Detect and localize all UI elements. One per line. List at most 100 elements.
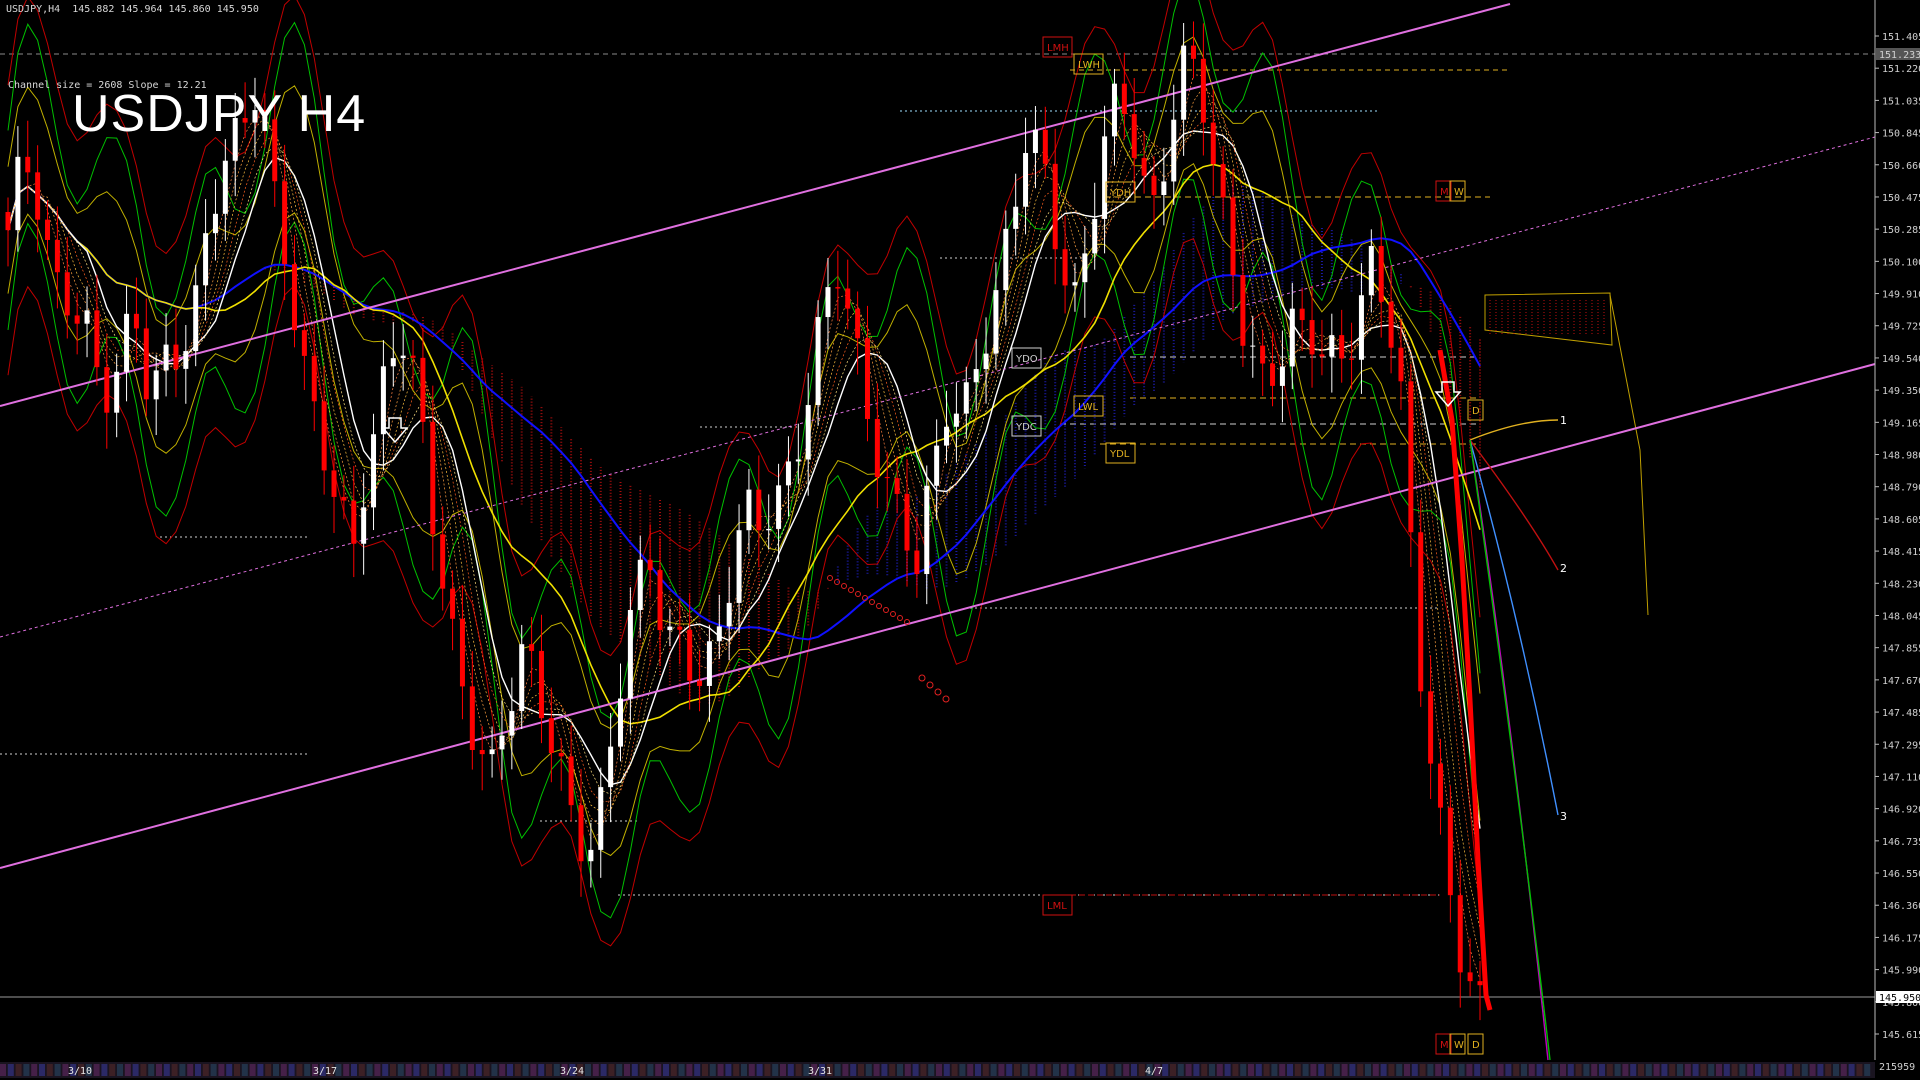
level-label-w: W: [1454, 1040, 1464, 1051]
date-strip-cell: [124, 1064, 131, 1076]
date-strip-cell: [1575, 1064, 1582, 1076]
date-strip-cell: [1482, 1064, 1488, 1076]
candle-body: [143, 328, 149, 400]
candles: [5, 21, 1493, 1021]
date-strip-cell: [670, 1064, 677, 1076]
price-tick-label: 149.910: [1882, 290, 1920, 301]
date-strip-cell: [374, 1064, 381, 1076]
candle-body: [1240, 275, 1246, 346]
date-strip-cell: [1762, 1064, 1769, 1076]
date-strip-cell: [1053, 1064, 1059, 1076]
date-strip-cell: [452, 1064, 459, 1076]
level-label-d: D: [1472, 406, 1480, 417]
signal-dot: [841, 583, 847, 589]
date-strip-cell: [1560, 1064, 1566, 1076]
date-strip-cell: [1552, 1064, 1559, 1076]
date-strip-cell: [1513, 1064, 1520, 1076]
candle-body: [1418, 532, 1424, 692]
candle-body: [726, 602, 732, 627]
signal-dot: [876, 603, 882, 609]
candle-body: [35, 172, 41, 220]
candle-body: [934, 445, 940, 486]
date-strip-cell: [351, 1064, 357, 1076]
projection-curve: [1469, 439, 1559, 571]
candle-body: [647, 559, 653, 571]
candle-body: [785, 461, 791, 486]
date-strip-cell: [1201, 1064, 1208, 1076]
candle-body: [104, 367, 110, 413]
date-strip-cell: [1599, 1064, 1605, 1076]
candle-body: [835, 287, 841, 289]
candle-body: [1220, 164, 1226, 198]
ribbon-line: [7, 115, 1481, 901]
date-strip-cell: [195, 1064, 201, 1076]
date-strip-cell: [1349, 1064, 1356, 1076]
date-strip-cell: [1123, 1064, 1130, 1076]
candle-body: [203, 233, 209, 286]
date-strip-cell: [1786, 1064, 1793, 1076]
date-strip-cell: [1060, 1064, 1067, 1076]
candle-body: [1131, 114, 1137, 158]
signal-dot: [934, 688, 942, 696]
axes: 151.405 151.220 151.035 150.845 150.660 150.4…: [0, 0, 1920, 1078]
candle-body: [618, 698, 624, 747]
ma-yellow-line: [7, 163, 1481, 725]
date-strip-cell: [1848, 1064, 1855, 1076]
date-strip-cell: [1723, 1064, 1730, 1076]
sell-arrow: [381, 417, 409, 444]
candle-body: [114, 371, 120, 413]
date-strip-cell: [1037, 1064, 1044, 1076]
date-strip-cell: [1622, 1064, 1629, 1076]
date-strip-cell: [1840, 1064, 1847, 1076]
price-tick-label: 146.175: [1882, 933, 1920, 944]
candle-body: [1457, 895, 1463, 973]
price-tick-label: 145.615: [1882, 1030, 1920, 1041]
date-strip-cell: [850, 1064, 857, 1076]
candle-body: [1171, 119, 1177, 182]
candle-body: [746, 489, 752, 531]
price-tick-label: 147.295: [1882, 740, 1920, 751]
candle-body: [282, 181, 288, 265]
price-tick-label: 151.220: [1882, 64, 1920, 75]
date-strip-cell: [156, 1064, 162, 1076]
date-strip-cell: [1817, 1064, 1824, 1076]
price-tick-label: 150.660: [1882, 161, 1920, 172]
date-strip-cell: [382, 1064, 389, 1076]
candle-body: [163, 344, 169, 371]
date-strip-cell: [1638, 1064, 1644, 1076]
price-chart[interactable]: 123 LMHLWHYDHYDOYDCLWLYDLLMLM WDM W D 151.4…: [0, 0, 1920, 1080]
projection-label: 1: [1560, 414, 1567, 427]
date-strip-cell: [1435, 1064, 1442, 1076]
candle-body: [469, 686, 475, 751]
date-strip-cell: [1731, 1064, 1738, 1076]
date-strip-cell: [655, 1064, 662, 1076]
date-strip-cell: [1801, 1064, 1808, 1076]
date-strip-cell: [390, 1064, 396, 1076]
date-strip-cell: [1224, 1064, 1231, 1076]
chart-title: USDJPY H4: [72, 85, 367, 143]
candle-body: [608, 746, 614, 788]
date-strip-cell: [592, 1064, 599, 1076]
price-tick-label: 148.980: [1882, 451, 1920, 462]
candle-body: [1289, 308, 1295, 367]
date-strip-cell: [1544, 1064, 1551, 1076]
date-strip-cell: [780, 1064, 786, 1076]
date-strip-cell: [1209, 1064, 1215, 1076]
candle-body: [430, 421, 436, 535]
date-strip-cell: [1630, 1064, 1637, 1076]
date-strip-cell: [358, 1064, 365, 1076]
date-strip-cell: [187, 1064, 194, 1076]
candle-body: [25, 156, 31, 173]
price-tick-label: 147.670: [1882, 676, 1920, 687]
date-strip-cell: [1092, 1064, 1098, 1076]
candle-body: [855, 308, 861, 339]
date-strip-cell: [1700, 1064, 1707, 1076]
date-strip-cell: [296, 1064, 303, 1076]
date-strip-cell: [1388, 1064, 1395, 1076]
date-strip-cell: [834, 1064, 841, 1076]
price-tick-label: 146.735: [1882, 837, 1920, 848]
chart-window: 123 LMH LWH YDH YDO YDC LWL YDL LML M W D M W D 151.4…: [0, 0, 1920, 1080]
date-strip-cell: [117, 1064, 123, 1076]
date-strip-cell: [897, 1064, 903, 1076]
candle-body: [321, 401, 327, 471]
